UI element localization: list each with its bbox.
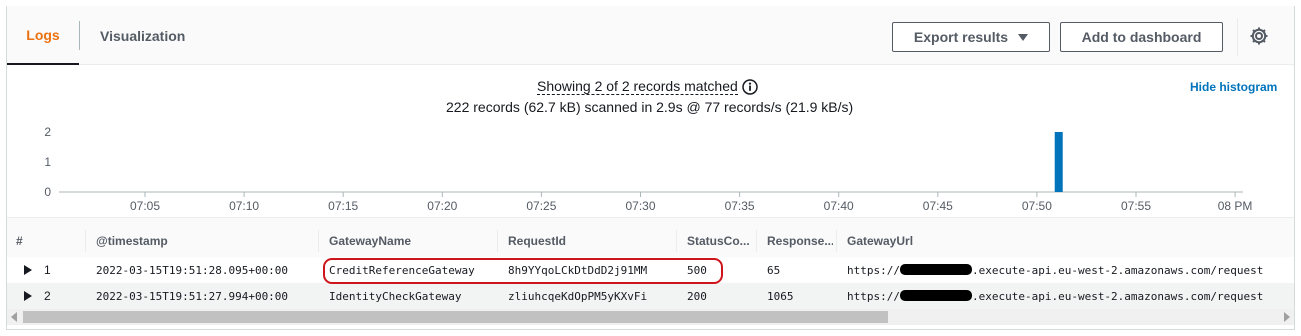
export-results-button[interactable]: Export results: [892, 22, 1050, 52]
x-tick-label: 07:20: [427, 199, 457, 213]
col-header-status-code[interactable]: StatusCo...: [687, 234, 753, 248]
col-header-response[interactable]: Response...: [767, 234, 833, 248]
logs-insights-panel: Logs Visualization Export results Add to…: [6, 6, 1295, 330]
col-separator: [836, 230, 837, 252]
row-number: 2: [44, 289, 51, 303]
histogram-bar[interactable]: [1054, 132, 1063, 192]
expand-row-icon[interactable]: [24, 291, 32, 301]
col-separator: [497, 230, 498, 252]
col-separator: [676, 230, 677, 252]
col-separator: [318, 230, 319, 252]
x-tick-label: 07:25: [526, 199, 556, 213]
info-icon[interactable]: [742, 78, 758, 95]
x-tick-label: 07:05: [130, 199, 160, 213]
x-tick-label: 07:45: [923, 199, 953, 213]
cell-gateway-name: IdentityCheckGateway: [329, 290, 462, 303]
toolbar-divider: [1237, 18, 1238, 56]
caret-down-icon: [1018, 33, 1029, 41]
cell-gateway-url: https:// .execute-api.eu-west-2.amazonaws…: [847, 264, 1263, 277]
tab-divider: [79, 21, 80, 50]
cell-response: 65: [767, 264, 781, 277]
cell-status-code: 200: [687, 290, 707, 303]
histogram-title: Showing 2 of 2 records matched: [537, 78, 758, 95]
url-prefix: https://: [847, 290, 900, 303]
col-separator: [756, 230, 757, 252]
x-tick-label: 07:55: [1121, 199, 1151, 213]
gear-icon[interactable]: [1249, 26, 1269, 46]
cell-timestamp: 2022-03-15T19:51:28.095+00:00: [96, 264, 289, 277]
x-tick-label: 07:10: [229, 199, 259, 213]
row-number: 1: [44, 263, 51, 277]
y-tick-label: 1: [44, 155, 51, 169]
y-tick-label: 2: [44, 125, 51, 139]
records-matched-text[interactable]: Showing 2 of 2 records matched: [537, 78, 738, 95]
cell-response: 1065: [767, 290, 794, 303]
col-header-timestamp[interactable]: @timestamp: [96, 234, 168, 248]
scroll-left-icon[interactable]: [11, 312, 17, 322]
redaction-mark: [899, 290, 972, 301]
cell-gateway-url: https:// .execute-api.eu-west-2.amazonaws…: [847, 290, 1263, 303]
y-tick-label: 0: [44, 185, 51, 199]
x-tick-label: 08 PM: [1218, 199, 1253, 213]
results-header: Logs Visualization Export results Add to…: [7, 6, 1294, 65]
highlight-annotation: [323, 258, 723, 284]
redaction-mark: [899, 264, 972, 275]
cell-timestamp: 2022-03-15T19:51:27.994+00:00: [96, 290, 289, 303]
x-tick-label: 07:35: [725, 199, 755, 213]
url-prefix: https://: [847, 264, 900, 277]
scan-stats: 222 records (62.7 kB) scanned in 2.9s @ …: [446, 99, 854, 115]
cell-request-id: zliuhcqeKdOpPM5yKXvFi: [508, 290, 648, 303]
x-tick-label: 07:40: [824, 199, 854, 213]
col-header-gateway-name[interactable]: GatewayName: [329, 234, 411, 248]
col-header-num: #: [16, 234, 23, 248]
col-header-request-id[interactable]: RequestId: [508, 234, 566, 248]
tab-logs[interactable]: Logs: [7, 6, 79, 65]
expand-row-icon[interactable]: [24, 265, 32, 275]
x-tick-label: 07:50: [1022, 199, 1052, 213]
histogram-chart: 0 1 2 07:05 07:10 07:15 07:20 07:25 07:30 07:35 0…: [44, 125, 1253, 213]
tab-visualization[interactable]: Visualization: [100, 6, 185, 65]
x-tick-label: 07:30: [625, 199, 655, 213]
scroll-right-icon[interactable]: [1284, 312, 1290, 322]
scrollbar-thumb[interactable]: [23, 311, 888, 323]
hide-histogram-link[interactable]: Hide histogram: [1190, 80, 1277, 94]
col-header-gateway-url[interactable]: GatewayUrl: [847, 234, 913, 248]
table-row[interactable]: 2 2022-03-15T19:51:27.994+00:00 Identity…: [7, 283, 1294, 309]
add-to-dashboard-button[interactable]: Add to dashboard: [1060, 22, 1223, 52]
x-tick-label: 07:15: [328, 199, 358, 213]
export-results-label: Export results: [913, 29, 1009, 45]
horizontal-scrollbar[interactable]: [7, 309, 1294, 325]
url-suffix: .execute-api.eu-west-2.amazonaws.com/req…: [971, 264, 1264, 277]
col-separator: [85, 230, 86, 252]
url-suffix: .execute-api.eu-west-2.amazonaws.com/req…: [971, 290, 1264, 303]
